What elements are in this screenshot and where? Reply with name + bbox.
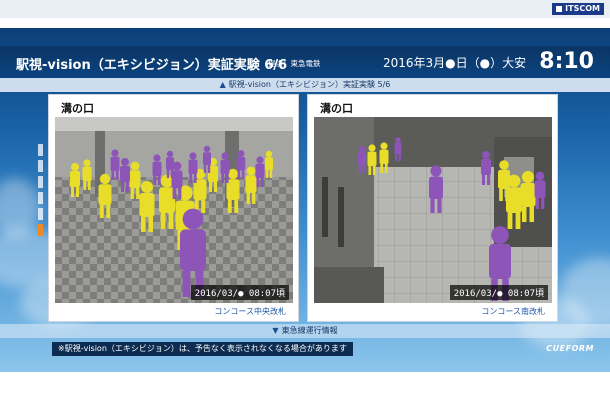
- next-page-link[interactable]: ▼ 東急線運行情報: [0, 324, 610, 338]
- page-dot: [38, 160, 43, 172]
- cueform-logo: CUEFORM: [546, 344, 594, 353]
- page-dot: [38, 144, 43, 156]
- page-dot: [38, 192, 43, 204]
- camera-location: コンコース南改札: [481, 307, 545, 316]
- camera-timestamp: 2016/03/● 08:07頃: [449, 285, 548, 300]
- down-arrow-icon: ▼: [272, 326, 279, 335]
- page-dot-active: [38, 224, 43, 236]
- title-bar: 駅視-vision（エキシビジョン）実証実験 6/6 提供：東急電鉄 2016年…: [0, 46, 610, 78]
- date-label: 2016年3月●日（●）大安: [383, 56, 527, 70]
- camera-panel: 溝の口: [307, 94, 558, 322]
- camera-image: [314, 117, 552, 303]
- up-arrow-icon: ▲: [219, 80, 226, 89]
- signage-screen: 駅視-vision（エキシビジョン）実証実験 6/6 提供：東急電鉄 2016年…: [0, 28, 610, 372]
- camera-panel: 溝の口: [48, 94, 299, 322]
- camera-timestamp: 2016/03/● 08:07頃: [190, 285, 289, 300]
- camera-image: [55, 117, 293, 303]
- camera-view: 2016/03/● 08:07頃: [55, 117, 293, 303]
- itscom-logo: ITSCOM: [552, 3, 604, 15]
- page-dot: [38, 208, 43, 220]
- station-name: 溝の口: [320, 102, 353, 115]
- clock: 8:10: [539, 49, 594, 74]
- camera-view: 2016/03/● 08:07頃: [314, 117, 552, 303]
- prev-page-link[interactable]: ▲ 駅視-vision（エキシビジョン）実証実験 5/6: [0, 78, 610, 92]
- notice-banner: ※駅視-vision（エキシビジョン）は、予告なく表示されなくなる場合があります: [52, 342, 353, 356]
- provider-label: 提供：東急電鉄: [268, 59, 321, 68]
- page-dot: [38, 176, 43, 188]
- camera-location: コンコース中央改札: [214, 307, 286, 316]
- station-name: 溝の口: [61, 102, 94, 115]
- page-title: 駅視-vision（エキシビジョン）実証実験 6/6: [16, 58, 288, 73]
- brand-bar: ITSCOM: [0, 0, 610, 18]
